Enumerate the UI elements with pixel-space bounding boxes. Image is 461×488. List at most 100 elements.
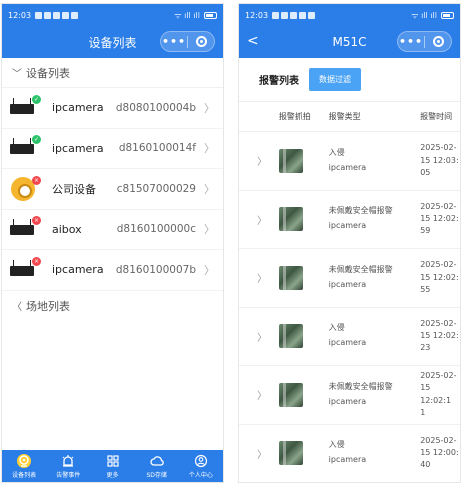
alarm-list-screen: 12:03 ᯤ ıll ıll < M51C ••• 报警列表 数据过滤 报警抓… [238,3,461,483]
bottom-tab-bar: 设备列表 告警事件 更多 SD存储 个人中心 [2,450,223,482]
close-miniprogram-button[interactable] [188,36,214,47]
page-title: M51C [332,35,367,49]
device-name: aibox [52,222,82,236]
tab-label: SD存储 [146,471,167,479]
system-icons: ᯤ ıll ıll [174,10,217,21]
nvr-icon: × [10,214,41,244]
alarm-row[interactable]: 〉 入侵 ipcamera 2025-02- 15 12:02: 23 [239,308,460,366]
device-row[interactable]: ✓ ipcamera d8160100014f 〉 [2,129,223,169]
status-offline-icon: × [32,256,41,266]
device-name: ipcamera [52,101,104,115]
chevron-right-icon[interactable]: 〉 [239,270,279,285]
chevron-right-icon: 〉 [204,223,215,237]
nav-bar: 设备列表 ••• [2,26,223,58]
close-miniprogram-button[interactable] [425,36,451,47]
table-header: 报警抓拍 报警类型 报警时间 [239,102,460,132]
nvr-icon: ✓ [10,93,41,123]
chevron-right-icon: 〉 [204,101,215,115]
user-icon [194,454,208,468]
alarm-device: ipcamera [328,455,367,465]
more-menu-button[interactable]: ••• [398,35,424,48]
cloud-icon [150,454,164,468]
alarm-row[interactable]: 〉 未佩戴安全帽报警 ipcamera 2025-02- 15 12:02:1 1 [239,366,460,425]
site-section-header[interactable]: 〈 场地列表 [2,291,223,321]
column-time: 报警时间 [420,112,453,121]
device-id: d8160100014f [118,142,196,155]
alarm-type: 入侵 [328,147,345,157]
device-section-header[interactable]: ﹀ 设备列表 [2,58,223,88]
nav-bar: < M51C ••• [239,26,460,58]
device-section-label: 设备列表 [26,66,70,80]
chevron-right-icon: 〉 [204,142,215,156]
tab-label: 个人中心 [188,471,213,479]
tab-0[interactable]: 设备列表 [2,450,46,482]
device-row[interactable]: ✓ ipcamera d8080100004b 〉 [2,88,223,129]
status-bar: 12:03 ᯤ ıll ıll [239,4,460,26]
alarm-snapshot-image[interactable] [278,441,303,466]
alarm-snapshot-image[interactable] [278,382,303,407]
alarm-time: 2025-02- 15 12:02: 59 [420,201,459,236]
notification-icons [272,11,316,19]
device-list-screen: 12:03 ᯤ ıll ıll 设备列表 ••• ﹀ 设备列表 ✓ ipcamer… [1,3,224,483]
alarm-row[interactable]: 〉 入侵 ipcamera 2025-02- 15 12:00: 40 [239,425,460,483]
alarm-time: 2025-02- 15 12:02:1 1 [420,370,457,418]
system-icons: ᯤ ıll ıll [411,10,454,21]
more-menu-button[interactable]: ••• [161,35,187,48]
device-id: d8080100004b [115,101,196,114]
tab-1[interactable]: 告警事件 [46,450,90,482]
alarm-time: 2025-02- 15 12:03: 05 [420,143,459,177]
alarm-list-title: 报警列表 [259,76,299,87]
chevron-right-icon[interactable]: 〉 [239,446,279,461]
alarm-row[interactable]: 〉 入侵 ipcamera 2025-02- 15 12:03: 05 [239,132,460,191]
chevron-right-icon: 〉 [204,182,215,196]
alarm-device: ipcamera [328,162,367,172]
mini-program-capsule: ••• [160,31,215,52]
data-filter-button[interactable]: 数据过滤 [309,68,361,91]
alarm-row[interactable]: 〉 未佩戴安全帽报警 ipcamera 2025-02- 15 12:02: 59 [239,191,460,249]
signal-icon: ᯤ ıll ıll [411,10,437,20]
status-time: 12:03 [245,10,269,20]
alarm-time: 2025-02- 15 12:02: 55 [420,260,459,294]
nvr-icon: ✓ [10,133,41,163]
alarm-icon [61,454,75,468]
camera-icon: × [10,174,41,204]
alarm-snapshot-image[interactable] [278,207,303,232]
alarm-snapshot-image[interactable] [278,265,303,290]
target-icon [195,36,207,47]
chevron-right-icon[interactable]: 〉 [239,329,279,344]
alarm-device: ipcamera [328,279,367,289]
alarm-time: 2025-02- 15 12:00: 40 [420,435,459,470]
device-row[interactable]: × aibox d8160100000c 〉 [2,210,223,250]
battery-icon [441,11,454,19]
back-button[interactable]: < [247,33,259,49]
chevron-right-icon: 〉 [204,263,215,277]
device-row[interactable]: × ipcamera d8160100007b 〉 [2,250,223,291]
device-name: ipcamera [52,263,104,277]
site-section-label: 场地列表 [26,299,70,313]
tab-4[interactable]: 个人中心 [179,450,223,482]
alarm-device: ipcamera [328,221,367,231]
column-type: 报警类型 [328,112,361,121]
alarm-type: 未佩戴安全帽报警 [328,206,393,216]
status-offline-icon: × [32,216,41,226]
alarm-device: ipcamera [328,396,367,406]
camera-tab-icon [17,453,32,468]
alarm-snapshot-image[interactable] [278,148,303,173]
alarm-row[interactable]: 〉 未佩戴安全帽报警 ipcamera 2025-02- 15 12:02: 55 [239,249,460,308]
tab-3[interactable]: SD存储 [135,450,179,482]
device-name: ipcamera [52,141,104,155]
device-row[interactable]: × 公司设备 c81507000029 〉 [2,169,223,210]
device-id: d8160100000c [116,223,196,236]
status-bar: 12:03 ᯤ ıll ıll [2,4,223,26]
chevron-right-icon[interactable]: 〉 [239,387,279,402]
chevron-right-icon[interactable]: 〉 [239,153,279,168]
grid-icon [106,454,120,468]
alarm-device: ipcamera [328,338,367,348]
alarm-snapshot-image[interactable] [278,324,303,349]
tab-2[interactable]: 更多 [90,450,134,482]
nvr-icon: × [10,255,41,285]
column-snapshot: 报警抓拍 [278,112,311,121]
chevron-left-icon: 〈 [12,302,22,313]
chevron-right-icon[interactable]: 〉 [239,212,279,227]
mini-program-capsule: ••• [397,31,452,52]
